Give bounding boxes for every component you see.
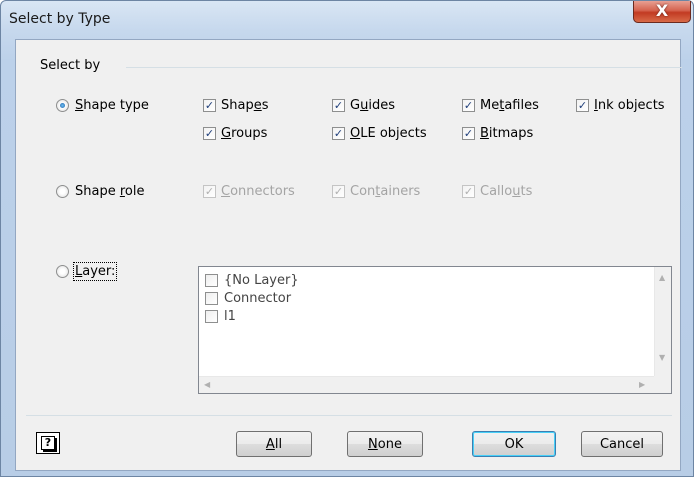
scroll-down-icon[interactable]: ▼ — [659, 353, 665, 362]
dialog-window: Select by Type X Select by Shape type ✓ … — [0, 0, 694, 477]
layer-listbox[interactable]: {No Layer} Connector l1 ▲ ▼ ◀ ▶ — [198, 266, 672, 394]
connectors-label: Connectors — [221, 184, 295, 199]
layer-label: Layer: — [72, 262, 118, 281]
metafiles-label: Metafiles — [480, 98, 539, 113]
checkmark-icon: ✓ — [332, 185, 345, 198]
title-bar[interactable]: Select by Type X — [1, 1, 693, 37]
none-button[interactable]: None — [347, 431, 423, 457]
shapes-label: Shapes — [221, 98, 269, 113]
ole-objects-label: OLE objects — [350, 126, 427, 141]
checkmark-icon: ✓ — [576, 99, 589, 112]
cancel-button[interactable]: Cancel — [581, 431, 663, 457]
shape-role-radio[interactable]: Shape role — [56, 184, 144, 199]
bitmaps-label: Bitmaps — [480, 126, 534, 141]
layer-list-item[interactable]: l1 — [205, 309, 236, 324]
checkmark-icon: ✓ — [462, 127, 475, 140]
ink-objects-label: Ink objects — [594, 98, 665, 113]
shape-type-label: Shape type — [75, 98, 149, 113]
guides-checkbox[interactable]: ✓ Guides — [332, 98, 395, 113]
checkmark-icon: ✓ — [203, 99, 216, 112]
ok-button-label: OK — [504, 436, 524, 452]
guides-label: Guides — [350, 98, 395, 113]
shape-role-label: Shape role — [75, 184, 145, 199]
scroll-left-icon[interactable]: ◀ — [204, 380, 210, 389]
dialog-body: Select by Shape type ✓ Shapes ✓ Groups ✓… — [15, 39, 682, 471]
checkmark-icon: ✓ — [332, 99, 345, 112]
checkbox-icon — [205, 310, 218, 323]
help-button[interactable]: ? — [36, 432, 60, 454]
layer-item-label: Connector — [224, 291, 292, 306]
ink-objects-checkbox[interactable]: ✓ Ink objects — [576, 98, 665, 113]
callouts-checkbox[interactable]: ✓ Callouts — [462, 184, 532, 199]
connectors-checkbox[interactable]: ✓ Connectors — [203, 184, 295, 199]
close-icon: X — [655, 1, 669, 20]
checkmark-icon: ✓ — [203, 127, 216, 140]
cancel-button-label: Cancel — [599, 436, 645, 452]
all-button-label: All — [265, 436, 283, 452]
bitmaps-checkbox[interactable]: ✓ Bitmaps — [462, 126, 533, 141]
checkmark-icon: ✓ — [462, 185, 475, 198]
scroll-right-icon[interactable]: ▶ — [639, 380, 645, 389]
metafiles-checkbox[interactable]: ✓ Metafiles — [462, 98, 539, 113]
checkbox-icon — [205, 292, 218, 305]
shapes-checkbox[interactable]: ✓ Shapes — [203, 98, 269, 113]
checkmark-icon: ✓ — [462, 99, 475, 112]
groups-label: Groups — [221, 126, 268, 141]
help-icon: ? — [41, 436, 55, 450]
radio-dot-icon — [56, 99, 69, 112]
select-by-group-label: Select by — [40, 58, 105, 73]
groups-checkbox[interactable]: ✓ Groups — [203, 126, 267, 141]
radio-dot-icon — [56, 185, 69, 198]
radio-dot-icon — [56, 265, 69, 278]
none-button-label: None — [368, 436, 402, 452]
dialog-title: Select by Type — [9, 11, 111, 27]
checkmark-icon: ✓ — [332, 127, 345, 140]
ok-button[interactable]: OK — [472, 431, 556, 457]
checkmark-icon: ✓ — [203, 185, 216, 198]
ole-objects-checkbox[interactable]: ✓ OLE objects — [332, 126, 427, 141]
layer-item-label: l1 — [224, 309, 236, 324]
vertical-scrollbar[interactable]: ▲ ▼ — [654, 267, 671, 376]
shape-type-radio[interactable]: Shape type — [56, 98, 149, 113]
containers-checkbox[interactable]: ✓ Containers — [332, 184, 420, 199]
all-button[interactable]: All — [236, 431, 312, 457]
scroll-up-icon[interactable]: ▲ — [659, 273, 665, 282]
layer-radio[interactable]: Layer: — [56, 262, 118, 281]
checkbox-icon — [205, 274, 218, 287]
horizontal-scrollbar[interactable]: ◀ ▶ — [199, 376, 654, 393]
footer-divider — [26, 415, 672, 416]
callouts-label: Callouts — [480, 184, 533, 199]
containers-label: Containers — [350, 184, 421, 199]
layer-list-item[interactable]: Connector — [205, 291, 291, 306]
group-divider — [126, 67, 682, 68]
layer-list-item[interactable]: {No Layer} — [205, 273, 299, 288]
scrollbar-corner — [654, 376, 671, 393]
close-button[interactable]: X — [633, 1, 691, 23]
layer-item-label: {No Layer} — [224, 273, 299, 288]
